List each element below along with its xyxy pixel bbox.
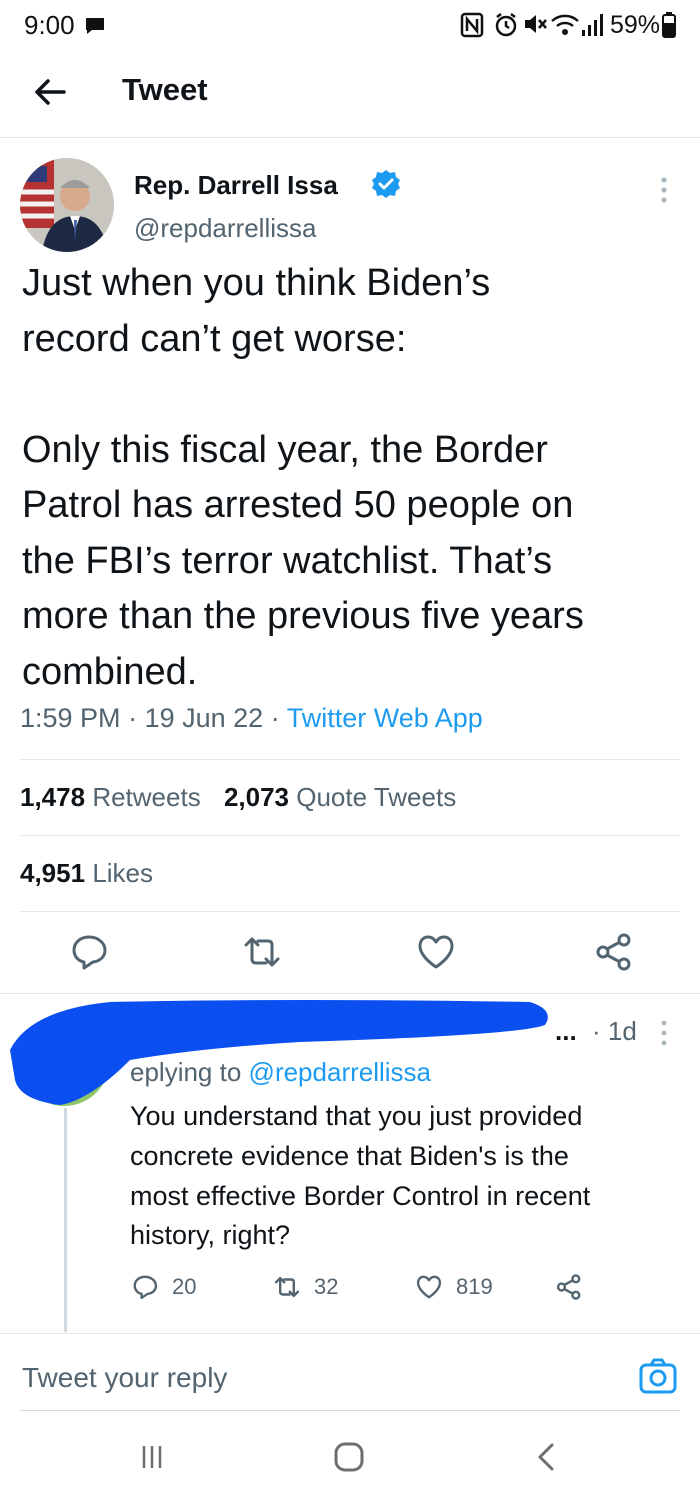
replying-to: eplying to @repdarrellissa — [130, 1057, 431, 1088]
quotes-label: Quote Tweets — [296, 782, 457, 812]
retweet-icon — [244, 937, 280, 967]
reply-count: 20 — [172, 1274, 197, 1299]
quotes-stat[interactable]: 2,073 Quote Tweets — [224, 782, 456, 812]
tweet-meta: 1:59 PM · 19 Jun 22 · Twitter Web App — [20, 703, 483, 734]
avatar-image — [20, 158, 114, 252]
home-icon — [334, 1442, 364, 1472]
replying-prefix: eplying to — [130, 1057, 242, 1087]
page-title: Tweet — [122, 72, 208, 107]
author-name[interactable]: Rep. Darrell Issa — [134, 170, 338, 201]
reply-share-button[interactable] — [554, 1270, 584, 1304]
retweet-count: 32 — [314, 1274, 339, 1299]
battery-icon — [662, 12, 676, 38]
camera-button[interactable] — [638, 1356, 678, 1396]
likes-stat[interactable]: 4,951 Likes — [20, 858, 153, 888]
back-arrow-icon — [35, 79, 66, 105]
reply-text: You understand that you just provided co… — [130, 1101, 591, 1251]
likes-count: 4,951 — [20, 858, 86, 888]
mute-icon — [525, 15, 547, 33]
retweet-button[interactable] — [240, 930, 284, 974]
reply-like-button[interactable]: 819 — [414, 1270, 493, 1304]
tweet-source-link[interactable]: Twitter Web App — [287, 703, 483, 733]
reply-icon — [133, 1275, 158, 1300]
wifi-icon — [551, 14, 579, 35]
share-icon — [596, 933, 631, 971]
divider — [20, 835, 680, 836]
battery-percent: 59% — [610, 11, 661, 39]
reply-time: · 1d — [592, 1016, 637, 1046]
more-options-button[interactable] — [650, 172, 678, 208]
status-bar: 9:00 59% — [0, 0, 700, 50]
reply-reply-button[interactable]: 20 — [130, 1270, 196, 1304]
share-icon — [556, 1274, 581, 1300]
meta-separator: · — [270, 703, 280, 733]
back-button[interactable] — [28, 70, 72, 114]
quotes-count: 2,073 — [223, 782, 290, 812]
recent-apps-button[interactable] — [122, 1432, 182, 1482]
retweets-stat[interactable]: 1,478 Retweets — [20, 782, 208, 812]
camera-icon — [639, 1358, 677, 1394]
share-button[interactable] — [592, 930, 636, 974]
replying-handle-link[interactable]: @repdarrellissa — [249, 1057, 431, 1087]
back-icon — [538, 1443, 554, 1471]
reply-ellipsis: ... — [555, 1016, 577, 1046]
status-time: 9:00 — [24, 10, 75, 40]
like-button[interactable] — [414, 930, 458, 974]
author-avatar[interactable] — [20, 158, 114, 252]
reply-retweet-button[interactable]: 32 — [272, 1270, 338, 1304]
divider — [20, 759, 680, 760]
reply-compose-input[interactable] — [22, 1358, 612, 1398]
divider — [20, 911, 680, 912]
meta-separator: · — [128, 703, 138, 733]
like-icon — [416, 1275, 442, 1299]
system-back-button[interactable] — [516, 1432, 576, 1482]
retweets-label: Retweets — [92, 782, 201, 812]
likes-row: 4,951 Likes — [20, 858, 153, 889]
engagement-row: 1,478 Retweets 2,073 Quote Tweets — [20, 782, 456, 813]
signal-icon — [582, 14, 603, 36]
recent-apps-icon — [142, 1446, 162, 1468]
like-count: 819 — [456, 1274, 493, 1299]
retweet-icon — [274, 1276, 300, 1298]
home-button[interactable] — [319, 1432, 379, 1482]
nfc-icon — [460, 12, 484, 38]
more-vertical-icon — [661, 1020, 667, 1046]
reply-button[interactable] — [67, 930, 111, 974]
like-icon — [418, 935, 454, 969]
reply-icon — [72, 935, 107, 970]
retweets-count: 1,478 — [20, 782, 86, 812]
message-icon — [86, 18, 104, 34]
reply-more-button[interactable] — [652, 1017, 676, 1049]
thread-line — [64, 1108, 67, 1332]
tweet-date: 19 Jun 22 — [144, 703, 264, 733]
tweet-time: 1:59 PM — [20, 703, 121, 733]
likes-label: Likes — [92, 858, 154, 888]
header-divider — [0, 137, 700, 138]
alarm-icon — [495, 13, 517, 37]
tweet-text: Just when you think Biden’s record can’t… — [22, 262, 584, 693]
more-vertical-icon — [661, 177, 667, 203]
author-handle[interactable]: @repdarrellissa — [134, 213, 316, 244]
compose-divider — [20, 1410, 680, 1411]
divider — [0, 1333, 700, 1334]
verified-badge-icon — [372, 170, 400, 198]
